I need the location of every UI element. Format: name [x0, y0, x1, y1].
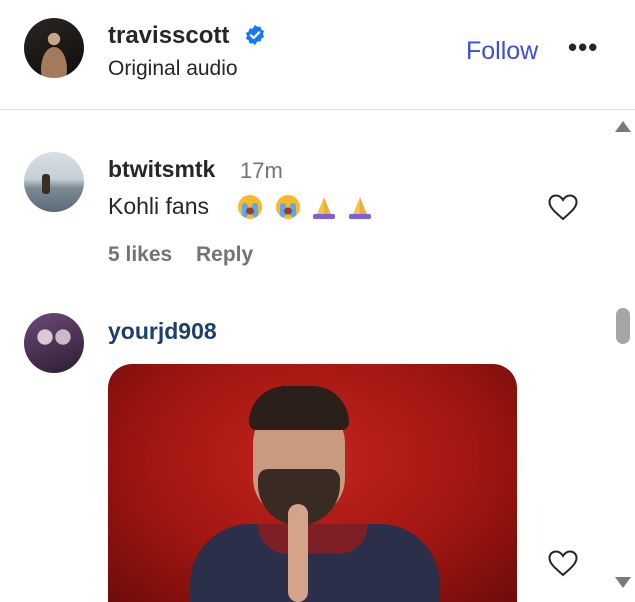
- comment-text: Kohli fans: [108, 193, 210, 219]
- verified-badge-icon: [245, 24, 265, 46]
- scroll-up-arrow-icon[interactable]: [615, 121, 631, 132]
- comment-username[interactable]: btwitsmtk: [108, 156, 215, 183]
- folded-hands-icon: [313, 197, 335, 219]
- follow-button[interactable]: Follow: [466, 37, 538, 66]
- audio-label[interactable]: Original audio: [108, 57, 238, 81]
- post-username[interactable]: travisscott: [108, 22, 229, 50]
- comment-timestamp: 17m: [240, 158, 283, 183]
- comment-username[interactable]: yourjd908: [108, 318, 217, 345]
- loudly-crying-face-icon: [276, 195, 300, 219]
- more-options-icon[interactable]: •••: [568, 32, 598, 63]
- like-heart-icon[interactable]: [547, 549, 579, 577]
- scroll-down-arrow-icon[interactable]: [615, 577, 631, 588]
- like-heart-icon[interactable]: [547, 193, 579, 221]
- comment-likes-count[interactable]: 5 likes: [108, 243, 172, 267]
- gif-figure-finger: [288, 504, 308, 602]
- folded-hands-icon: [349, 197, 371, 219]
- post-header: travisscott Original audio Follow •••: [0, 0, 635, 110]
- gif-figure-collar: [258, 524, 368, 554]
- avatar[interactable]: [24, 152, 84, 212]
- loudly-crying-face-icon: [238, 195, 262, 219]
- scrollbar-thumb[interactable]: [616, 308, 630, 344]
- reply-button[interactable]: Reply: [196, 243, 253, 267]
- avatar[interactable]: [24, 313, 84, 373]
- avatar[interactable]: [24, 18, 84, 78]
- gif-figure-hair: [249, 386, 349, 430]
- comment-gif-image[interactable]: [108, 364, 517, 602]
